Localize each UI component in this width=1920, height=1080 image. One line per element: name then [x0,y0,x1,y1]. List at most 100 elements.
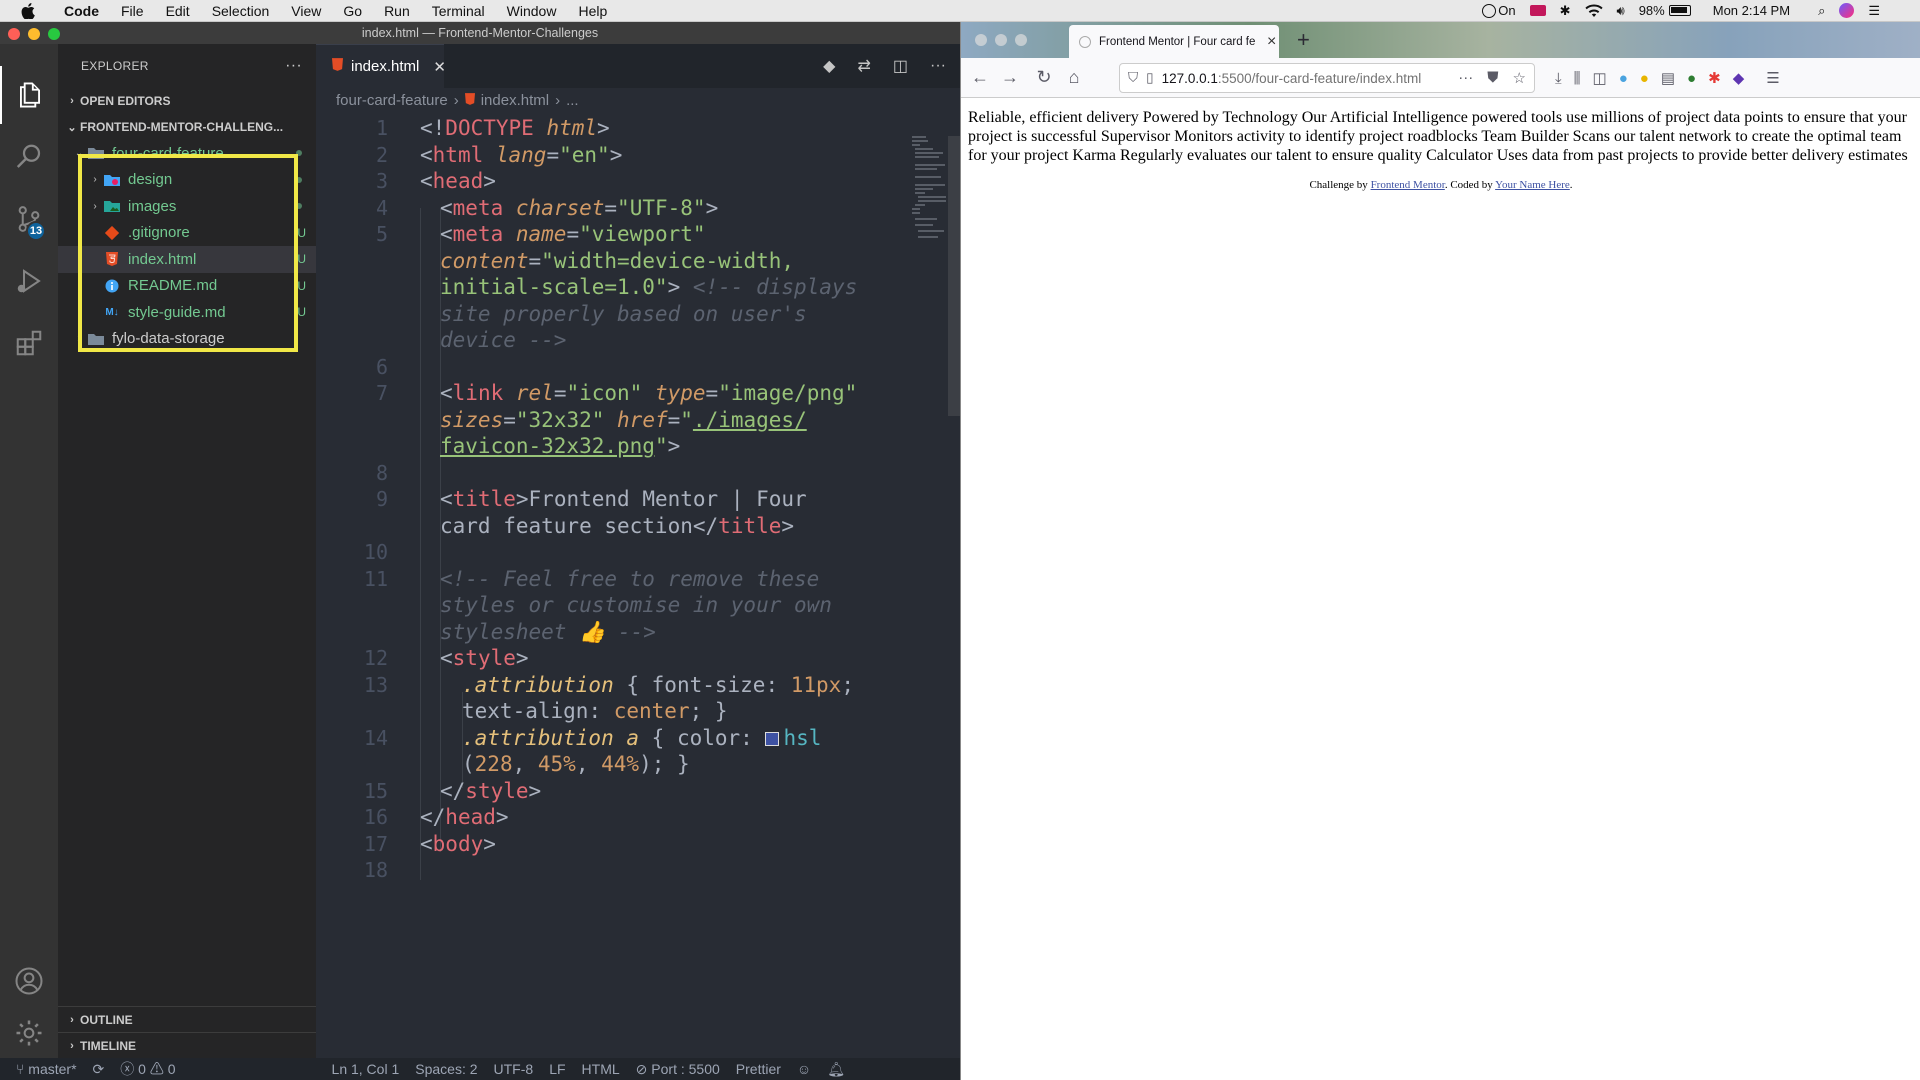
author-link[interactable]: Your Name Here [1495,179,1570,191]
bookmark-star-icon[interactable]: ☆ [1513,69,1526,87]
reader-icon[interactable]: ▤ [1661,69,1675,87]
control-center-icon[interactable]: ☰ [1868,3,1880,19]
menu-icon[interactable]: ☰ [1766,69,1779,87]
problems-status[interactable]: ⓧ 0 ⚠ 0 [112,1059,183,1079]
siri-icon[interactable] [1839,3,1855,19]
bluetooth-icon[interactable]: ✱ [1560,3,1571,19]
tree-item-four-card-feature[interactable]: ⌄ four-card-feature [58,140,316,167]
breadcrumb-file[interactable]: index.html [481,92,549,109]
home-icon[interactable]: ⌂ [1059,67,1089,88]
menu-file[interactable]: File [110,0,155,22]
breadcrumb-separator-icon: › [555,91,561,109]
library-icon[interactable]: ⫼ [1574,70,1581,87]
new-tab-icon[interactable]: + [1297,27,1310,53]
tree-item-readme[interactable]: README.md U [58,273,316,300]
frontend-mentor-link[interactable]: Frontend Mentor [1371,179,1445,191]
outline-section[interactable]: › OUTLINE [58,1006,316,1032]
activity-run-debug[interactable] [0,252,58,310]
attribution-middle: . Coded by [1444,179,1496,191]
extension-icon[interactable]: ◆ [1733,69,1745,87]
activity-source-control[interactable]: 13 [0,190,58,248]
open-editors-section[interactable]: › OPEN EDITORS [58,88,316,114]
menu-edit[interactable]: Edit [155,0,201,22]
menu-view[interactable]: View [280,0,332,22]
notifications-icon[interactable]: 🔔︎ [819,1061,853,1078]
live-server-status[interactable]: ⊘ Port : 5500 [628,1061,728,1078]
sync-icon[interactable]: ⟳ [85,1061,113,1078]
editor-scrollbar[interactable] [948,136,960,416]
workspace-section[interactable]: ⌄ FRONTEND-MENTOR-CHALLENG... [58,114,316,140]
extension-icon[interactable]: ✱ [1708,69,1721,87]
activity-manage[interactable] [0,1004,58,1062]
close-window-icon[interactable] [975,34,987,46]
breadcrumb-more[interactable]: ... [566,92,579,109]
pocket-icon[interactable]: ⛊ [1487,69,1498,87]
language-mode[interactable]: HTML [574,1061,628,1077]
encoding[interactable]: UTF-8 [486,1061,542,1077]
close-tab-icon[interactable]: × [1267,33,1276,51]
prettier-status[interactable]: Prettier [728,1061,789,1077]
line-number: 18 [363,858,388,882]
activity-accounts[interactable] [0,952,58,1010]
menu-window[interactable]: Window [496,0,568,22]
forward-icon[interactable]: → [995,67,1025,88]
menu-code[interactable]: Code [53,0,110,22]
split-editor-icon[interactable]: ◫ [893,56,908,76]
tree-item-design[interactable]: › design [58,167,316,194]
minimize-window-icon[interactable] [28,28,40,40]
tree-item-images[interactable]: › images [58,193,316,220]
git-icon [102,225,122,241]
breadcrumb-folder[interactable]: four-card-feature [336,92,448,109]
accessibility-status[interactable]: On [1482,3,1516,19]
more-actions-icon[interactable]: ··· [930,57,946,75]
menubar-clock[interactable]: Mon 2:14 PM [1713,3,1790,18]
branch-status[interactable]: ⑂ master* [0,1061,85,1077]
tree-item-index-html[interactable]: index.html U [58,246,316,273]
downloads-icon[interactable]: ⤓ [1555,70,1562,87]
url-bar[interactable]: ⛉ ▯ 127.0.0.1:5500/four-card-feature/ind… [1119,63,1535,93]
menu-help[interactable]: Help [567,0,618,22]
reload-icon[interactable]: ↻ [1029,67,1059,88]
minimize-window-icon[interactable] [995,34,1007,46]
sidebar-icon[interactable]: ◫ [1593,69,1607,87]
close-window-icon[interactable] [8,28,20,40]
run-debug-icon [17,269,41,293]
camera-icon[interactable] [1529,3,1546,19]
battery-status[interactable]: 98% [1639,3,1691,19]
color-swatch[interactable] [765,731,780,746]
menu-go[interactable]: Go [332,0,373,22]
tree-item-style-guide[interactable]: M↓ style-guide.md U [58,299,316,326]
zoom-window-icon[interactable] [48,28,60,40]
menu-terminal[interactable]: Terminal [421,0,496,22]
apple-icon[interactable] [17,0,39,22]
zoom-window-icon[interactable] [1015,34,1027,46]
cursor-position[interactable]: Ln 1, Col 1 [324,1061,408,1077]
minimap[interactable] [912,134,946,294]
page-actions-icon[interactable]: ··· [1458,69,1473,87]
back-icon[interactable]: ← [965,67,995,88]
end-of-line[interactable]: LF [541,1061,573,1077]
menu-run[interactable]: Run [373,0,421,22]
url-path: :5500/four-card-feature/index.html [1217,70,1422,86]
extension-icon[interactable]: ● [1640,70,1649,87]
browser-tab[interactable]: Frontend Mentor | Four card fe × [1069,25,1279,58]
indentation[interactable]: Spaces: 2 [407,1061,485,1077]
feedback-icon[interactable]: ☺ [789,1061,819,1077]
extension-icon[interactable]: ● [1687,70,1696,87]
activity-search[interactable] [0,128,58,186]
wifi-icon[interactable] [1584,3,1603,19]
volume-icon[interactable]: 🔊︎ [1617,3,1625,19]
tab-index-html[interactable]: index.html ✕ [316,44,446,88]
timeline-section[interactable]: › TIMELINE [58,1032,316,1058]
tree-item-gitignore[interactable]: .gitignore U [58,220,316,247]
activity-explorer[interactable] [0,66,58,124]
spotlight-search-icon[interactable]: ⌕ [1818,3,1825,19]
activity-extensions[interactable] [0,314,58,372]
menu-selection[interactable]: Selection [201,0,281,22]
tree-item-fylo-data-storage[interactable]: › fylo-data-storage [58,326,316,353]
close-tab-icon[interactable]: ✕ [433,58,446,76]
git-diff-icon[interactable]: ◆ [823,56,835,76]
open-changes-icon[interactable]: ⇄ [857,56,870,76]
more-actions-icon[interactable]: ··· [285,57,302,75]
extension-icon[interactable]: ● [1619,70,1628,87]
